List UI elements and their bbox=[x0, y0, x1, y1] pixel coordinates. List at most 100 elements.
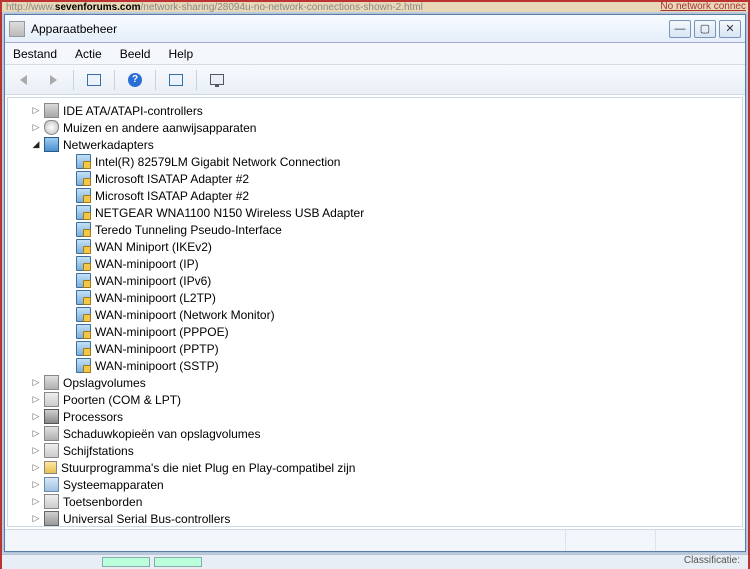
category-usb[interactable]: ▷ Universal Serial Bus-controllers bbox=[8, 510, 742, 527]
menu-actie[interactable]: Actie bbox=[75, 47, 102, 61]
category-label: Processors bbox=[63, 410, 123, 424]
category-label: IDE ATA/ATAPI-controllers bbox=[63, 104, 203, 118]
keyboard-icon bbox=[44, 494, 59, 509]
device-item[interactable]: Intel(R) 82579LM Gigabit Network Connect… bbox=[8, 153, 742, 170]
menu-beeld[interactable]: Beeld bbox=[120, 47, 151, 61]
category-ports[interactable]: ▷ Poorten (COM & LPT) bbox=[8, 391, 742, 408]
device-item[interactable]: WAN-minipoort (L2TP) bbox=[8, 289, 742, 306]
device-item[interactable]: WAN-minipoort (PPPOE) bbox=[8, 323, 742, 340]
category-keyboards[interactable]: ▷Toetsenborden bbox=[8, 493, 742, 510]
device-label: WAN-minipoort (L2TP) bbox=[95, 291, 216, 305]
expand-icon[interactable]: ▷ bbox=[30, 445, 42, 457]
help-button[interactable]: ? bbox=[123, 69, 147, 91]
adapter-icon bbox=[76, 273, 91, 288]
monitor-icon bbox=[210, 74, 224, 85]
storage-icon bbox=[44, 375, 59, 390]
mouse-icon bbox=[44, 120, 59, 135]
device-item[interactable]: WAN-minipoort (Network Monitor) bbox=[8, 306, 742, 323]
expand-icon[interactable]: ▷ bbox=[30, 479, 42, 491]
device-item[interactable]: WAN-minipoort (IP) bbox=[8, 255, 742, 272]
view-button[interactable] bbox=[164, 69, 188, 91]
toolbar: ? bbox=[5, 65, 745, 95]
port-icon bbox=[44, 392, 59, 407]
category-processors[interactable]: ▷ Processors bbox=[8, 408, 742, 425]
expand-icon[interactable]: ▷ bbox=[30, 462, 42, 474]
toolbar-separator bbox=[155, 70, 156, 90]
adapter-icon bbox=[76, 171, 91, 186]
device-label: Microsoft ISATAP Adapter #2 bbox=[95, 189, 249, 203]
expand-icon[interactable]: ▷ bbox=[30, 411, 42, 423]
device-item[interactable]: Microsoft ISATAP Adapter #2 bbox=[8, 170, 742, 187]
expand-icon[interactable]: ▷ bbox=[30, 496, 42, 508]
menu-bestand[interactable]: Bestand bbox=[13, 47, 57, 61]
category-label: Stuurprogramma's die niet Plug en Play-c… bbox=[61, 461, 355, 475]
device-label: WAN-minipoort (IPv6) bbox=[95, 274, 211, 288]
expand-icon[interactable]: ▷ bbox=[30, 394, 42, 406]
device-item[interactable]: WAN-minipoort (IPv6) bbox=[8, 272, 742, 289]
driver-icon bbox=[44, 461, 57, 474]
device-label: Intel(R) 82579LM Gigabit Network Connect… bbox=[95, 155, 340, 169]
device-label: Teredo Tunneling Pseudo-Interface bbox=[95, 223, 282, 237]
device-item[interactable]: WAN-minipoort (SSTP) bbox=[8, 357, 742, 374]
category-system[interactable]: ▷Systeemapparaten bbox=[8, 476, 742, 493]
network-icon bbox=[44, 137, 59, 152]
category-label: Poorten (COM & LPT) bbox=[63, 393, 181, 407]
arrow-right-icon bbox=[50, 75, 57, 85]
expand-icon[interactable]: ▷ bbox=[30, 105, 42, 117]
scan-button[interactable] bbox=[205, 69, 229, 91]
category-label: Opslagvolumes bbox=[63, 376, 146, 390]
category-network[interactable]: ◢Netwerkadapters bbox=[8, 136, 742, 153]
menubar: Bestand Actie Beeld Help bbox=[5, 43, 745, 65]
device-manager-window: Apparaatbeheer — ▢ ✕ Bestand Actie Beeld… bbox=[4, 14, 746, 552]
collapse-icon[interactable]: ◢ bbox=[30, 139, 42, 151]
usb-icon bbox=[44, 511, 59, 526]
related-link[interactable]: No network connec bbox=[660, 2, 746, 12]
device-item[interactable]: Teredo Tunneling Pseudo-Interface bbox=[8, 221, 742, 238]
device-label: WAN-minipoort (PPPOE) bbox=[95, 325, 229, 339]
device-tree[interactable]: ▷ IDE ATA/ATAPI-controllers ▷Muizen en an… bbox=[7, 97, 743, 527]
ide-icon bbox=[44, 103, 59, 118]
status-cell bbox=[655, 530, 745, 551]
expand-icon[interactable]: ▷ bbox=[30, 122, 42, 134]
device-item[interactable]: NETGEAR WNA1100 N150 Wireless USB Adapte… bbox=[8, 204, 742, 221]
forward-button[interactable] bbox=[41, 69, 65, 91]
shadow-icon bbox=[44, 426, 59, 441]
back-button[interactable] bbox=[11, 69, 35, 91]
device-item[interactable]: Microsoft ISATAP Adapter #2 bbox=[8, 187, 742, 204]
device-label: WAN-minipoort (SSTP) bbox=[95, 359, 219, 373]
adapter-icon bbox=[76, 307, 91, 322]
classification-label: Classificatie: bbox=[684, 555, 740, 566]
adapter-icon bbox=[76, 188, 91, 203]
category-drivers[interactable]: ▷ Stuurprogramma's die niet Plug en Play-… bbox=[8, 459, 742, 476]
adapter-icon bbox=[76, 358, 91, 373]
window-title: Apparaatbeheer bbox=[31, 22, 669, 36]
taskbar-thumb[interactable] bbox=[102, 557, 150, 567]
device-item[interactable]: WAN-minipoort (PPTP) bbox=[8, 340, 742, 357]
processor-icon bbox=[44, 409, 59, 424]
device-label: WAN-minipoort (PPTP) bbox=[95, 342, 219, 356]
category-disks[interactable]: ▷Schijfstations bbox=[8, 442, 742, 459]
disk-icon bbox=[44, 443, 59, 458]
expand-icon[interactable]: ▷ bbox=[30, 428, 42, 440]
minimize-button[interactable]: — bbox=[669, 20, 691, 38]
adapter-icon bbox=[76, 222, 91, 237]
properties-button[interactable] bbox=[82, 69, 106, 91]
category-label: Universal Serial Bus-controllers bbox=[63, 512, 230, 526]
close-button[interactable]: ✕ bbox=[719, 20, 741, 38]
adapter-icon bbox=[76, 341, 91, 356]
category-shadow[interactable]: ▷Schaduwkopieën van opslagvolumes bbox=[8, 425, 742, 442]
expand-icon[interactable]: ▷ bbox=[30, 377, 42, 389]
taskbar-thumb[interactable] bbox=[154, 557, 202, 567]
maximize-button[interactable]: ▢ bbox=[694, 20, 716, 38]
status-cell bbox=[565, 530, 655, 551]
category-ide[interactable]: ▷ IDE ATA/ATAPI-controllers bbox=[8, 102, 742, 119]
category-mice[interactable]: ▷Muizen en andere aanwijsapparaten bbox=[8, 119, 742, 136]
device-label: Microsoft ISATAP Adapter #2 bbox=[95, 172, 249, 186]
adapter-icon bbox=[76, 154, 91, 169]
view-icon bbox=[169, 74, 183, 86]
expand-icon[interactable]: ▷ bbox=[30, 513, 42, 525]
category-storage[interactable]: ▷ Opslagvolumes bbox=[8, 374, 742, 391]
device-item[interactable]: WAN Miniport (IKEv2) bbox=[8, 238, 742, 255]
menu-help[interactable]: Help bbox=[168, 47, 193, 61]
device-label: NETGEAR WNA1100 N150 Wireless USB Adapte… bbox=[95, 206, 364, 220]
